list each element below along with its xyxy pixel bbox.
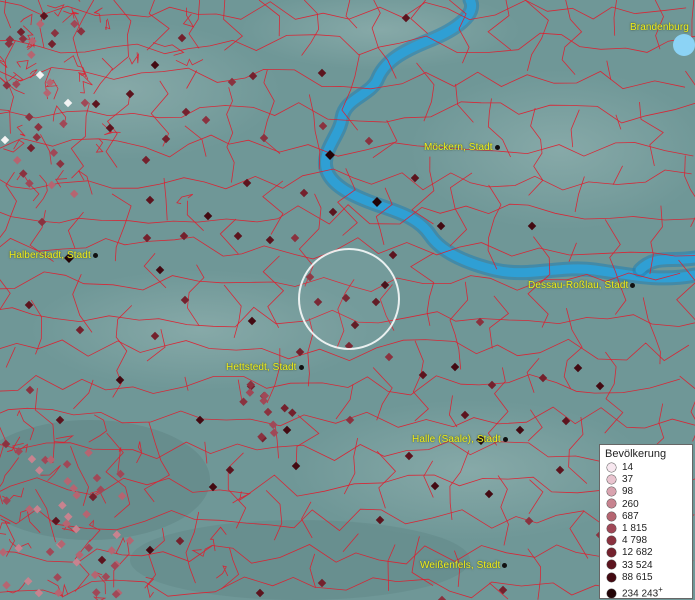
legend-swatch-icon [607, 462, 616, 472]
legend-swatch-icon [607, 487, 616, 497]
city-name: Weißenfels, Stadt [420, 560, 501, 571]
legend-item: 234 243+ [605, 584, 687, 600]
map-canvas[interactable] [0, 0, 695, 600]
city-label[interactable]: Halberstadt, Stadt [9, 250, 98, 261]
legend-swatch-icon [607, 511, 616, 521]
legend-label: 4 798 [622, 535, 648, 547]
legend-item: 12 682 [605, 547, 687, 559]
legend-label: 234 243 [622, 588, 659, 600]
city-name: Hettstedt, Stadt [226, 362, 297, 373]
legend-label: 260 [622, 498, 639, 510]
legend-title: Bevölkerung [605, 448, 667, 460]
legend-swatch-icon [607, 572, 616, 582]
legend-item: 4 798 [605, 535, 687, 547]
legend-item: 1 815 [605, 523, 687, 535]
legend-item: 88 615 [605, 572, 687, 584]
legend-item: 37 [605, 474, 687, 486]
city-name: Möckern, Stadt [424, 142, 493, 153]
legend-list: 14 37 98 260 687 1 815 4 798 12 682 33 524 88 615… [605, 462, 687, 600]
legend-label: 88 615 [622, 571, 653, 583]
legend-item: 687 [605, 511, 687, 523]
city-label[interactable]: Weißenfels, Stadt [420, 560, 508, 571]
legend-label: 98 [622, 486, 634, 498]
city-name: Halle (Saale), Stadt [412, 434, 501, 445]
legend-swatch-icon [607, 523, 616, 533]
city-label[interactable]: Dessau-Roßlau, Stadt [528, 280, 636, 291]
legend-item: 260 [605, 499, 687, 511]
terrain-shade [290, 400, 650, 540]
legend-label: 14 [622, 462, 634, 473]
city-name: Brandenburg [630, 22, 689, 33]
lake-icon [673, 34, 695, 56]
legend-swatch-icon [607, 499, 616, 509]
city-dot-icon [630, 282, 636, 288]
city-name: Halberstadt, Stadt [9, 250, 91, 261]
city-dot-icon [298, 364, 304, 370]
terrain-shade [130, 520, 470, 600]
legend-swatch-icon [607, 475, 616, 485]
legend-swatch-icon [607, 589, 616, 599]
legend-item: 98 [605, 486, 687, 498]
legend-swatch-icon [607, 560, 616, 570]
city-name: Dessau-Roßlau, Stadt [528, 280, 629, 291]
legend-label: 1 815 [622, 522, 648, 534]
city-label[interactable]: Möckern, Stadt [424, 142, 500, 153]
population-legend: Bevölkerung 14 37 98 260 687 1 815 4 798 12 682… [599, 444, 693, 599]
city-label[interactable]: Halle (Saale), Stadt [412, 434, 508, 445]
legend-label: 37 [622, 474, 634, 486]
city-dot-icon [502, 562, 508, 568]
map-view[interactable]: Brandenburg Möckern, Stadt Halberstadt, … [0, 0, 695, 600]
selection-circle[interactable] [298, 248, 400, 350]
legend-swatch-icon [607, 548, 616, 558]
legend-item: 33 524 [605, 560, 687, 572]
legend-suffix: + [658, 584, 663, 594]
city-dot-icon [494, 144, 500, 150]
legend-label: 687 [622, 510, 639, 522]
city-dot-icon [502, 436, 508, 442]
legend-label: 12 682 [622, 547, 653, 559]
city-label[interactable]: Hettstedt, Stadt [226, 362, 304, 373]
legend-label: 33 524 [622, 559, 653, 571]
legend-swatch-icon [607, 535, 616, 545]
city-label[interactable]: Brandenburg [630, 22, 689, 33]
legend-item: 14 [605, 462, 687, 474]
city-dot-icon [92, 252, 98, 258]
